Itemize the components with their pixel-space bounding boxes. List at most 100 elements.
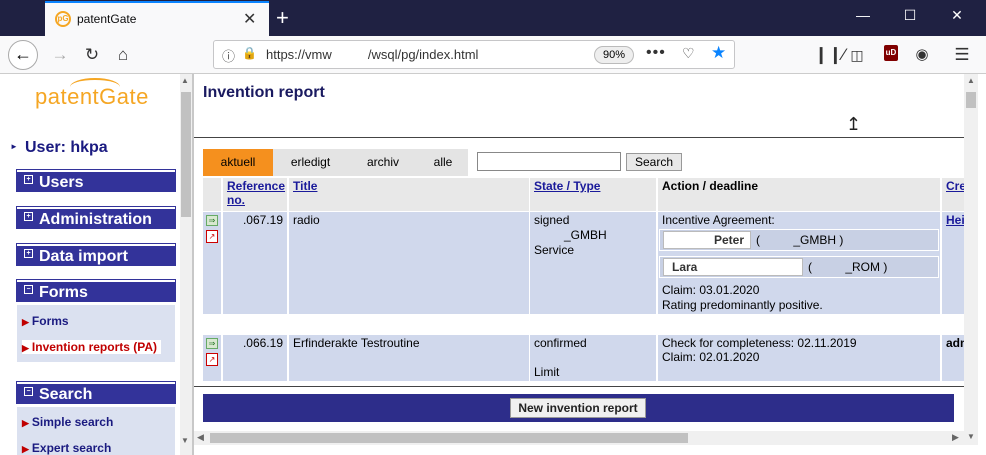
- vertical-scroll-thumb[interactable]: [966, 92, 976, 108]
- lock-icon[interactable]: 🔒: [242, 46, 257, 60]
- user-triangle-icon: ►: [10, 142, 18, 151]
- inventor-name[interactable]: Peter: [663, 231, 751, 249]
- sidebar-item-administration[interactable]: + Administration: [16, 206, 176, 229]
- scroll-up-icon[interactable]: ▲: [181, 76, 189, 85]
- sidebar-item-forms[interactable]: − Forms: [16, 279, 176, 302]
- inventor-name[interactable]: Lara: [663, 258, 803, 276]
- browser-titlebar: pG patentGate ✕ + — ☐ ✕: [0, 0, 986, 36]
- sidebar-item-data-import[interactable]: + Data import: [16, 243, 176, 266]
- search-input[interactable]: [477, 152, 621, 171]
- sidebar-scroll-thumb[interactable]: [181, 92, 191, 217]
- open-record-icon[interactable]: ⇒: [206, 338, 218, 349]
- forms-submenu: ▶ Forms ▶ Invention reports (PA): [17, 305, 175, 362]
- table-cell-state: confirmed Limit: [530, 335, 656, 381]
- claim-date: Claim: 03.01.2020: [662, 283, 760, 297]
- tab-archiv[interactable]: archiv: [348, 149, 418, 176]
- horizontal-scroll-thumb[interactable]: [210, 433, 688, 443]
- info-icon[interactable]: ⓘ: [222, 46, 235, 65]
- column-header-reference[interactable]: Reference no.: [223, 178, 287, 211]
- state-type: Service: [534, 243, 575, 257]
- page-title: Invention report: [203, 84, 325, 101]
- horizontal-scrollbar[interactable]: ◀ ▶: [194, 431, 964, 445]
- tab-erledigt[interactable]: erledigt: [273, 149, 348, 176]
- tab-alle[interactable]: alle: [418, 149, 468, 176]
- tab-title: patentGate: [77, 12, 137, 26]
- close-window-icon[interactable]: ✕: [947, 7, 967, 24]
- tab-aktuell[interactable]: aktuell: [203, 149, 273, 176]
- action-line: Claim: 02.01.2020: [662, 350, 760, 364]
- main-frame: Invention report ↥ aktuell erledigt arch…: [194, 74, 986, 455]
- state-text: confirmed: [534, 336, 587, 350]
- state-type: Limit: [534, 365, 560, 379]
- search-submenu: ▶ Simple search ▶ Expert search: [17, 407, 175, 455]
- divider: [194, 137, 964, 138]
- vertical-scrollbar[interactable]: ▲ ▼: [964, 74, 978, 445]
- sidebar-link-expert-search[interactable]: ▶ Expert search: [22, 441, 111, 455]
- expand-icon: +: [24, 212, 33, 221]
- scroll-left-icon[interactable]: ◀: [197, 432, 204, 443]
- sidebar-link-simple-search[interactable]: ▶ Simple search: [22, 415, 113, 429]
- table-row-icons: ⇒ ↗: [203, 212, 221, 314]
- forward-icon[interactable]: →: [48, 44, 72, 66]
- column-header-title[interactable]: Title: [289, 178, 529, 211]
- collapse-icon: −: [24, 285, 33, 294]
- search-button[interactable]: Search: [626, 153, 682, 171]
- action-line: Check for completeness: 02.11.2019: [662, 336, 857, 350]
- inventor-org: ( _GMBH ): [756, 233, 844, 247]
- divider: [194, 386, 964, 387]
- table-header-icons: [203, 178, 221, 211]
- table-cell-title[interactable]: radio: [289, 212, 529, 314]
- action-label: Incentive Agreement:: [662, 213, 775, 227]
- zoom-level-badge[interactable]: 90%: [594, 46, 634, 64]
- url-bar[interactable]: ⓘ 🔒 https://vmw /wsql/pg/index.html 90% …: [213, 40, 735, 69]
- menu-icon[interactable]: ☰: [950, 44, 974, 66]
- browser-tab[interactable]: pG patentGate ✕: [45, 1, 269, 36]
- table-cell-action: Check for completeness: 02.11.2019 Claim…: [658, 335, 940, 381]
- new-tab-icon[interactable]: +: [276, 5, 289, 31]
- ublock-icon[interactable]: uD: [884, 45, 898, 61]
- table-cell-creator[interactable]: Heil: [942, 212, 964, 314]
- sidebar-link-invention-reports[interactable]: ▶ Invention reports (PA): [22, 340, 162, 354]
- reload-icon[interactable]: ↻: [80, 44, 104, 66]
- page-actions-icon[interactable]: •••: [646, 44, 666, 62]
- account-icon[interactable]: ◉: [910, 44, 934, 66]
- red-triangle-icon: ▶: [22, 418, 29, 428]
- sidebar-icon[interactable]: ◫: [845, 44, 869, 66]
- sidebar-item-label: Users: [39, 174, 84, 191]
- tab-close-icon[interactable]: ✕: [243, 9, 256, 29]
- sidebar-item-label: Administration: [39, 211, 152, 228]
- bookmark-star-icon[interactable]: ★: [711, 43, 726, 63]
- home-icon[interactable]: ⌂: [111, 44, 135, 66]
- new-invention-report-button[interactable]: New invention report: [510, 398, 646, 418]
- open-record-icon[interactable]: ⇒: [206, 215, 218, 226]
- scroll-down-icon[interactable]: ▼: [181, 436, 189, 445]
- red-triangle-icon: ▶: [22, 317, 29, 327]
- pocket-icon[interactable]: ♡: [682, 45, 695, 62]
- sidebar-link-forms[interactable]: ▶ Forms: [22, 314, 69, 328]
- state-company: _GMBH: [564, 228, 607, 242]
- table-cell-state: signed _GMBH Service: [530, 212, 656, 314]
- table-cell-reference: .067.19: [223, 212, 287, 314]
- table-cell-title[interactable]: Erfinderakte Testroutine: [289, 335, 529, 381]
- sidebar-item-users[interactable]: + Users: [16, 169, 176, 192]
- sidebar-item-label: Search: [39, 386, 93, 403]
- column-header-state[interactable]: State / Type: [530, 178, 656, 211]
- pdf-icon[interactable]: ↗: [206, 230, 218, 243]
- sidebar-item-label: Data import: [39, 248, 128, 265]
- scroll-down-icon[interactable]: ▼: [967, 432, 975, 441]
- sidebar-item-search[interactable]: − Search: [16, 381, 176, 404]
- patentgate-logo: patentGate: [35, 84, 149, 109]
- url-text[interactable]: https://vmw /wsql/pg/index.html: [266, 47, 478, 62]
- inventor-row: Lara ( _ROM ): [659, 256, 939, 278]
- library-icon[interactable]: ❙❙⁄: [814, 44, 845, 66]
- browser-toolbar: ← → ↻ ⌂ ⓘ 🔒 https://vmw /wsql/pg/index.h…: [0, 36, 986, 74]
- back-icon[interactable]: ←: [8, 40, 38, 70]
- pdf-icon[interactable]: ↗: [206, 353, 218, 366]
- scroll-up-icon[interactable]: ▲: [967, 76, 975, 85]
- table-row-icons: ⇒ ↗: [203, 335, 221, 381]
- maximize-icon[interactable]: ☐: [900, 7, 920, 24]
- scroll-right-icon[interactable]: ▶: [952, 432, 959, 443]
- inventor-org: ( _ROM ): [808, 260, 888, 274]
- minimize-icon[interactable]: —: [853, 7, 873, 23]
- column-header-creator[interactable]: Cre: [942, 178, 964, 211]
